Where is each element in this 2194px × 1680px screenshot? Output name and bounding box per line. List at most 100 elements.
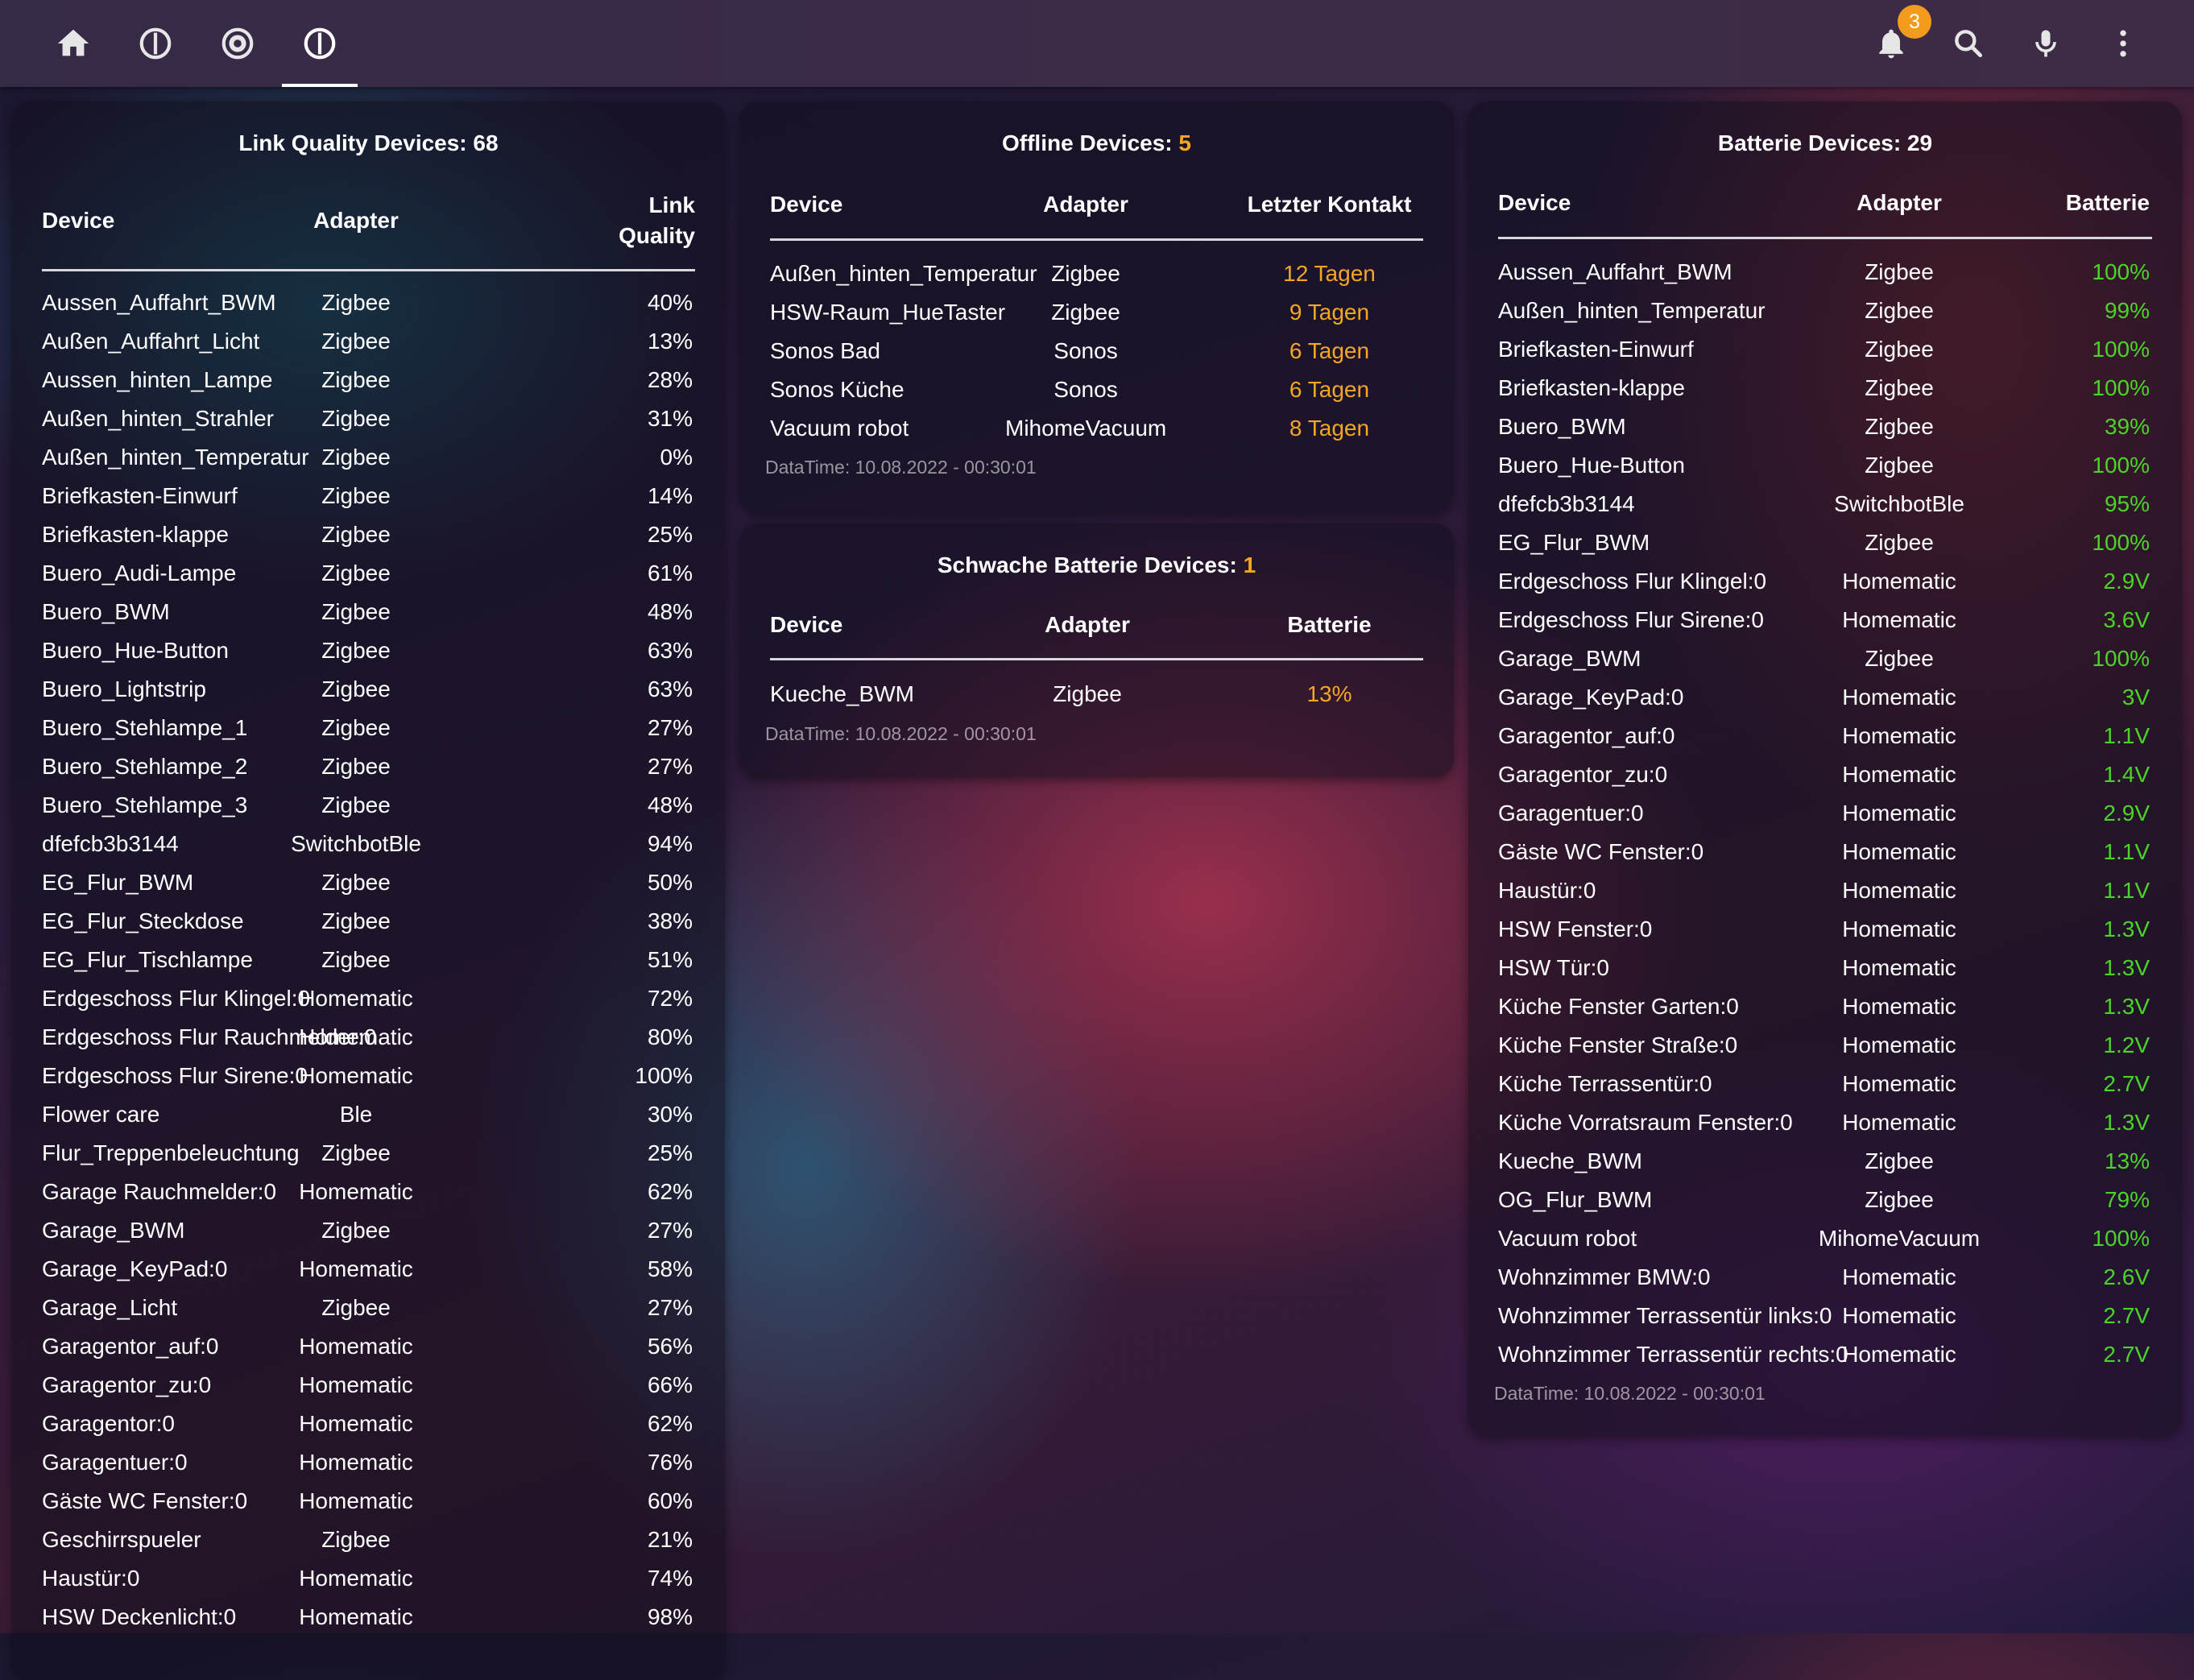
link-quality-value: 66% — [647, 1372, 693, 1397]
device-name: EG_Flur_Steckdose — [42, 908, 244, 933]
table-row: Garagentor_auf:0 Homematic 56% — [12, 1329, 725, 1368]
notifications-button[interactable]: 3 — [1852, 0, 1931, 87]
table-row: Vacuum robot MihomeVacuum 8 Tagen — [739, 411, 1454, 449]
offline-header-last-contact: Letzter Kontakt — [1247, 192, 1412, 217]
device-name: Außen_hinten_Temperatur — [770, 261, 1037, 286]
link-quality-value: 72% — [647, 986, 693, 1011]
link-quality-value: 56% — [647, 1334, 693, 1359]
adapter-name: Zigbee — [321, 406, 391, 431]
weak-battery-datatime: DataTime: 10.08.2022 - 00:30:01 — [765, 723, 1037, 744]
device-name: Sonos Küche — [770, 377, 905, 402]
offline-devices-card: Offline Devices: 5 Device Adapter Letzte… — [739, 101, 1454, 512]
adapter-name: Homematic — [1842, 1303, 1956, 1328]
tab-vacuum[interactable] — [197, 0, 279, 87]
adapter-name: Homematic — [1842, 955, 1956, 980]
offline-header-device: Device — [770, 192, 843, 217]
battery-header-battery: Batterie — [2065, 190, 2150, 215]
adapter-name: Homematic — [1842, 917, 1956, 941]
tab-home[interactable] — [32, 0, 114, 87]
tab-device-overview[interactable] — [279, 0, 361, 87]
link-quality-value: 0% — [660, 445, 693, 470]
table-row: dfefcb3b3144 SwitchbotBle 94% — [12, 826, 725, 865]
view-tabs — [32, 0, 361, 87]
more-menu-button[interactable] — [2084, 0, 2162, 87]
device-name: Außen_Auffahrt_Licht — [42, 329, 260, 354]
adapter-name: Zigbee — [321, 1218, 391, 1243]
battery-value: 79% — [2104, 1187, 2150, 1212]
link-quality-value: 27% — [647, 754, 693, 779]
table-row: EG_Flur_BWM Zigbee 50% — [12, 865, 725, 904]
table-row: Buero_BWM Zigbee 39% — [1468, 409, 2182, 448]
adapter-name: Zigbee — [1865, 530, 1934, 555]
battery-value: 100% — [2092, 375, 2150, 400]
adapter-name: Homematic — [299, 1566, 413, 1591]
weak-battery-header-battery: Batterie — [1287, 612, 1372, 637]
device-name: Gäste WC Fenster:0 — [42, 1488, 248, 1513]
adapter-name: Zigbee — [321, 329, 391, 354]
device-name: Garagentor_auf:0 — [42, 1334, 219, 1359]
adapter-name: Homematic — [1842, 1110, 1956, 1135]
adapter-name: Homematic — [1842, 878, 1956, 903]
table-row: Außen_Auffahrt_Licht Zigbee 13% — [12, 324, 725, 362]
device-name: Kueche_BWM — [1498, 1148, 1642, 1173]
table-row: Erdgeschoss Flur Klingel:0 Homematic 2.9V — [1468, 564, 2182, 602]
last-contact-value: 8 Tagen — [1289, 416, 1370, 441]
device-name: Buero_BWM — [1498, 414, 1626, 439]
device-name: Garage_BWM — [1498, 646, 1641, 671]
tab-link-quality[interactable] — [114, 0, 197, 87]
link-quality-value: 98% — [647, 1604, 693, 1629]
table-row: Außen_hinten_Temperatur Zigbee 12 Tagen — [739, 256, 1454, 295]
table-row: Außen_hinten_Strahler Zigbee 31% — [12, 401, 725, 440]
table-row: Kueche_BWM Zigbee 13% — [739, 677, 1454, 715]
table-row: Garagentuer:0 Homematic 2.9V — [1468, 796, 2182, 834]
search-button[interactable] — [1930, 0, 2007, 87]
weak-battery-header-adapter: Adapter — [1045, 612, 1130, 637]
table-row: Garage Rauchmelder:0 Homematic 62% — [12, 1174, 725, 1213]
offline-devices-count: 5 — [1178, 130, 1191, 155]
table-row: Küche Fenster Straße:0 Homematic 1.2V — [1468, 1028, 2182, 1066]
link-quality-table-body: Aussen_Auffahrt_BWM Zigbee 40% Außen_Auffah… — [12, 285, 725, 1638]
table-row: Briefkasten-Einwurf Zigbee 14% — [12, 478, 725, 517]
link-quality-value: 51% — [647, 947, 693, 972]
offline-header-adapter: Adapter — [1043, 192, 1128, 217]
adapter-name: MihomeVacuum — [1005, 416, 1167, 441]
adapter-name: Homematic — [299, 1488, 413, 1513]
adapter-name: Zigbee — [321, 754, 391, 779]
battery-value: 100% — [2092, 1226, 2150, 1251]
adapter-name: Zigbee — [321, 715, 391, 740]
voice-button[interactable] — [2007, 0, 2084, 87]
device-name: Buero_Stehlampe_1 — [42, 715, 248, 740]
link-quality-value: 80% — [647, 1024, 693, 1049]
adapter-name: Zigbee — [1865, 1187, 1934, 1212]
adapter-name: Homematic — [1842, 1071, 1956, 1096]
battery-devices-title: Batterie Devices: 29 — [1717, 130, 1933, 155]
device-name: Gäste WC Fenster:0 — [1498, 839, 1704, 864]
link-quality-value: 76% — [647, 1450, 693, 1475]
table-row: Aussen_Auffahrt_BWM Zigbee 100% — [1468, 254, 2182, 293]
battery-value: 3V — [2122, 685, 2150, 710]
table-row: Garage_KeyPad:0 Homematic 58% — [12, 1252, 725, 1290]
device-name: Aussen_Auffahrt_BWM — [1498, 259, 1732, 284]
link-quality-value: 27% — [647, 1218, 693, 1243]
link-quality-value: 27% — [647, 715, 693, 740]
device-name: Garagentor_zu:0 — [1498, 762, 1668, 787]
device-name: Garage_KeyPad:0 — [1498, 685, 1684, 710]
adapter-name: Zigbee — [1051, 261, 1120, 286]
link-quality-value: 61% — [647, 561, 693, 586]
battery-value: 95% — [2104, 491, 2150, 516]
battery-header-device: Device — [1498, 190, 1571, 215]
adapter-name: Homematic — [299, 986, 413, 1011]
device-name: Flower care — [42, 1102, 160, 1127]
table-row: Buero_Stehlampe_3 Zigbee 48% — [12, 788, 725, 826]
adapter-name: Homematic — [299, 1256, 413, 1281]
table-row: Garage_BWM Zigbee 100% — [1468, 641, 2182, 680]
device-name: OG_Flur_BWM — [1498, 1187, 1653, 1212]
adapter-name: Zigbee — [321, 522, 391, 547]
table-row: Flur_Treppenbeleuchtung Zigbee 25% — [12, 1136, 725, 1174]
table-row: Buero_Lightstrip Zigbee 63% — [12, 672, 725, 710]
device-name: Garagentor_zu:0 — [42, 1372, 212, 1397]
adapter-name: Sonos — [1054, 377, 1118, 402]
link-quality-value: 74% — [647, 1566, 693, 1591]
table-row: Garagentor:0 Homematic 62% — [12, 1406, 725, 1445]
battery-value: 100% — [2092, 646, 2150, 671]
